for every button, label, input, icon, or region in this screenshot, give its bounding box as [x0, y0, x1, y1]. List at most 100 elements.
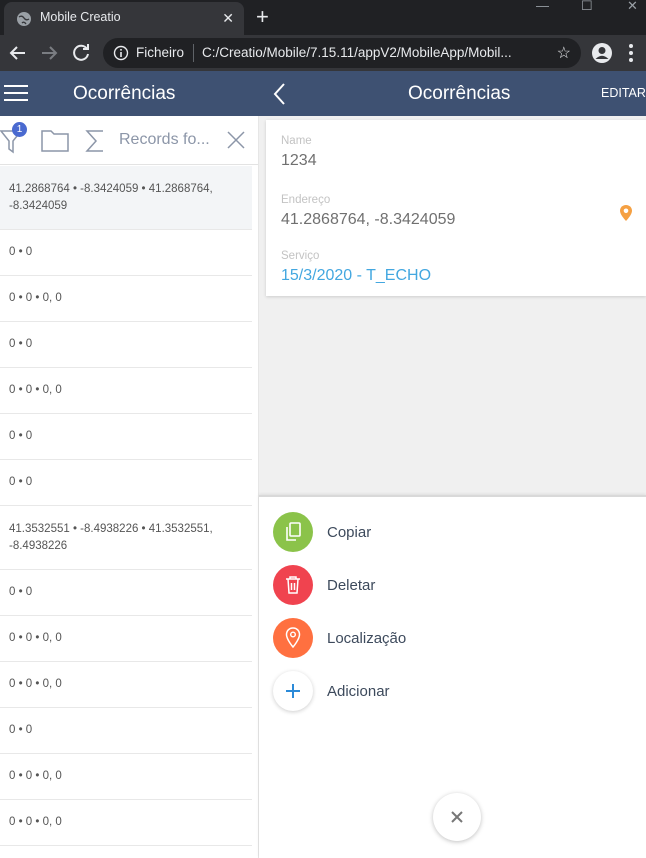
close-icon	[451, 811, 463, 823]
address-bar[interactable]: Ficheiro C:/Creatio/Mobile/7.15.11/appV2…	[103, 38, 581, 68]
list-item-line: 0 • 0	[9, 430, 33, 442]
list-item-text: 0 • 0 • 0, 0	[9, 676, 62, 693]
list-item-text: 0 • 0 • 0, 0	[9, 814, 62, 831]
back-chevron-icon[interactable]	[272, 82, 288, 106]
list-title: Ocorrências	[73, 83, 176, 104]
list-item-line: 0 • 0 • 0, 0	[9, 770, 62, 782]
list-item[interactable]: 0 • 0	[0, 708, 252, 754]
name-field-value: 1234	[281, 152, 317, 169]
list-item[interactable]: 0 • 0	[0, 322, 252, 368]
delete-action-circle	[273, 565, 313, 605]
list-item-line: 0 • 0	[9, 586, 33, 598]
tab-close-icon[interactable]: ✕	[222, 9, 234, 27]
app-header: Ocorrências Ocorrências EDITAR	[0, 71, 646, 116]
bookmark-star-icon[interactable]: ☆	[557, 43, 571, 63]
service-field-link[interactable]: 15/3/2020 - T_ECHO	[281, 267, 431, 285]
location-action-circle	[273, 618, 313, 658]
list-item-text: 41.3532551 • -8.4938226 • 41.3532551, -8.…	[9, 521, 213, 555]
copy-icon	[286, 522, 301, 541]
list-item-line: 0 • 0	[9, 476, 33, 488]
reload-icon[interactable]	[69, 41, 93, 65]
list-item-text: 0 • 0	[9, 584, 32, 601]
map-pin-icon[interactable]	[619, 204, 633, 222]
copy-action-circle	[273, 512, 313, 552]
new-tab-button[interactable]: +	[256, 4, 269, 30]
list-item-line: 0 • 0	[9, 338, 33, 350]
trash-icon	[286, 576, 300, 594]
minimize-button[interactable]: —	[536, 0, 549, 12]
action-sheet: Copiar Deletar Localização Adicionar	[259, 495, 646, 858]
browser-titlebar: Mobile Creatio ✕ + — ☐ ✕	[0, 0, 646, 35]
list-item-text: 0 • 0 • 0, 0	[9, 290, 62, 307]
delete-action-label: Deletar	[327, 577, 376, 594]
list-item[interactable]: 0 • 0	[0, 570, 252, 616]
list-item-line: 0 • 0	[9, 724, 33, 736]
url-text[interactable]: C:/Creatio/Mobile/7.15.11/appV2/MobileAp…	[202, 45, 512, 60]
browser-toolbar: Ficheiro C:/Creatio/Mobile/7.15.11/appV2…	[0, 35, 646, 71]
forward-arrow-icon[interactable]	[37, 41, 61, 65]
scheme-label: Ficheiro	[136, 45, 185, 60]
location-pin-icon	[285, 627, 301, 649]
list-item-line: 41.2868764 • -8.3424059 • 41.2868764,	[9, 183, 213, 195]
add-action-label: Adicionar	[327, 683, 390, 700]
filter-badge: 1	[12, 122, 27, 137]
list-item-line: -8.4938226	[9, 540, 68, 552]
close-sheet-button[interactable]	[433, 793, 481, 841]
list-item-text: 0 • 0	[9, 722, 32, 739]
browser-tab[interactable]: Mobile Creatio ✕	[4, 2, 244, 35]
list-item-line: -8.3424059	[9, 200, 68, 212]
list-item-line: 0 • 0 • 0, 0	[9, 292, 62, 304]
address-field-value: 41.2868764, -8.3424059	[281, 211, 456, 228]
copy-action-label: Copiar	[327, 524, 372, 541]
hamburger-menu-icon[interactable]	[4, 84, 28, 102]
search-input[interactable]: Records fo...	[119, 131, 210, 149]
browser-menu-icon[interactable]	[628, 43, 634, 63]
add-action[interactable]: Adicionar	[273, 671, 633, 713]
address-separator	[193, 44, 194, 62]
list-item-line: 0 • 0	[9, 246, 33, 258]
account-icon[interactable]	[591, 42, 613, 64]
service-field-label: Serviço	[281, 250, 320, 262]
list-item[interactable]: 0 • 0 • 0, 0	[0, 276, 252, 322]
list-item-line: 0 • 0 • 0, 0	[9, 678, 62, 690]
detail-title: Ocorrências	[408, 83, 511, 104]
add-action-circle	[273, 671, 313, 711]
list-item[interactable]: 0 • 0 • 0, 0	[0, 800, 252, 846]
list-item[interactable]: 0 • 0	[0, 414, 252, 460]
folder-icon[interactable]	[41, 129, 69, 152]
copy-action[interactable]: Copiar	[273, 512, 633, 554]
records-list-panel: 1 Records fo... 41.2868764 • -8.3424059 …	[0, 116, 259, 858]
location-action-label: Localização	[327, 630, 407, 647]
list-item[interactable]: 0 • 0 • 0, 0	[0, 662, 252, 708]
list-item[interactable]: 0 • 0	[0, 460, 252, 506]
maximize-button[interactable]: ☐	[581, 0, 593, 12]
list-item-text: 0 • 0 • 0, 0	[9, 382, 62, 399]
list-item-text: 0 • 0 • 0, 0	[9, 630, 62, 647]
plus-icon	[286, 684, 300, 698]
list-item-line: 0 • 0 • 0, 0	[9, 816, 62, 828]
name-field-label: Name	[281, 135, 312, 147]
list-item-text: 0 • 0 • 0, 0	[9, 768, 62, 785]
delete-action[interactable]: Deletar	[273, 565, 633, 607]
window-close-button[interactable]: ✕	[627, 0, 638, 12]
list-item[interactable]: 41.3532551 • -8.4938226 • 41.3532551, -8.…	[0, 506, 252, 570]
back-arrow-icon[interactable]	[6, 41, 30, 65]
list-item-text: 0 • 0	[9, 474, 32, 491]
info-icon[interactable]	[113, 45, 129, 61]
edit-button[interactable]: EDITAR	[601, 86, 646, 100]
location-action[interactable]: Localização	[273, 618, 633, 660]
list-item[interactable]: 0 • 0	[0, 230, 252, 276]
list-item-text: 0 • 0	[9, 336, 32, 353]
tab-title: Mobile Creatio	[40, 10, 121, 24]
list-item[interactable]: 41.2868764 • -8.3424059 • 41.2868764, -8.…	[0, 166, 252, 230]
clear-search-icon[interactable]	[227, 131, 245, 149]
list-item[interactable]: 0 • 0 • 0, 0	[0, 368, 252, 414]
list-item-text: 0 • 0	[9, 244, 32, 261]
list-item-line: 41.3532551 • -8.4938226 • 41.3532551,	[9, 523, 213, 535]
list-item[interactable]: 0 • 0 • 0, 0	[0, 616, 252, 662]
detail-card: Name 1234 Endereço 41.2868764, -8.342405…	[266, 120, 646, 296]
list-item[interactable]: 0 • 0 • 0, 0	[0, 754, 252, 800]
detail-panel: Name 1234 Endereço 41.2868764, -8.342405…	[259, 116, 646, 496]
list-item-line: 0 • 0 • 0, 0	[9, 632, 62, 644]
sum-icon[interactable]	[85, 129, 105, 153]
